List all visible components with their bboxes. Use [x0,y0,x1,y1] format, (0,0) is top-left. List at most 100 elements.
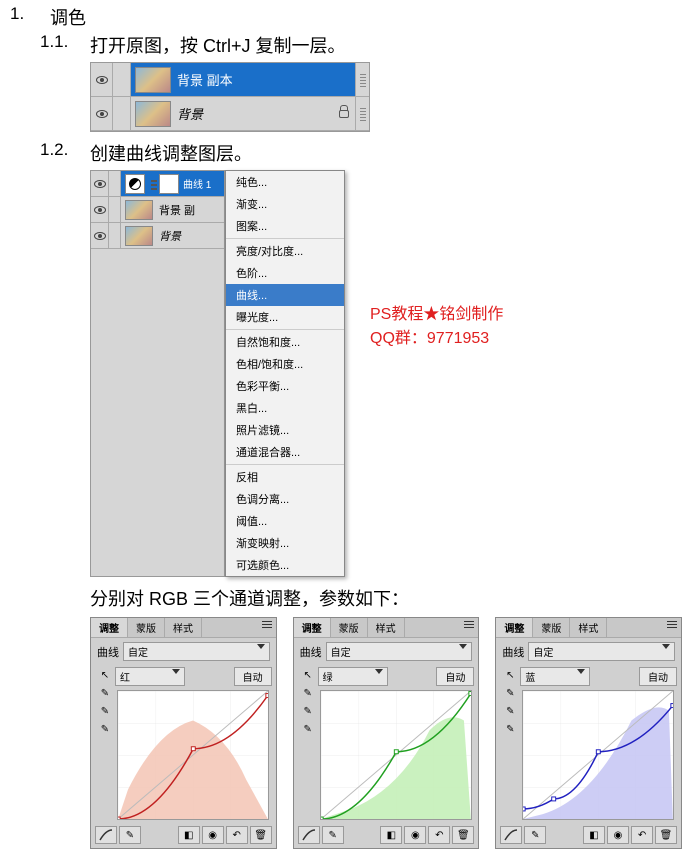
menu-item[interactable]: 色阶... [226,262,344,284]
delete-button[interactable]: 🗑 [452,826,474,844]
visibility-icon[interactable] [96,76,108,84]
panel-menu-button[interactable] [460,618,478,637]
eyedropper-gray[interactable]: ✎ [502,703,518,719]
clip-button[interactable]: ◧ [583,826,605,844]
pencil-mode-button[interactable]: ✎ [524,826,546,844]
menu-item[interactable]: 纯色... [226,171,344,193]
tab-mask[interactable]: 蒙版 [533,618,570,637]
curves-panel-green: 调整 蒙版 样式 曲线 自定 ↖ ✎ ✎ ✎ 绿 自动 [293,617,480,849]
menu-item[interactable]: 亮度/对比度... [226,240,344,262]
menu-item[interactable]: 自然饱和度... [226,331,344,353]
menu-item[interactable]: 渐变... [226,193,344,215]
delete-button[interactable]: 🗑 [655,826,677,844]
preset-label: 曲线 [97,644,119,660]
on-image-tool[interactable]: ↖ [502,667,518,683]
chevron-down-icon [172,669,180,674]
channel-select[interactable]: 红 [115,667,185,686]
eyedropper-white[interactable]: ✎ [502,721,518,737]
eyedropper-white[interactable]: ✎ [97,721,113,737]
reset-button[interactable]: ↶ [631,826,653,844]
menu-item[interactable]: 照片滤镜... [226,419,344,441]
clip-button[interactable]: ◧ [178,826,200,844]
menu-item[interactable]: 阈值... [226,510,344,532]
tab-style[interactable]: 样式 [368,618,405,637]
step-text: 分别对 RGB 三个通道调整，参数如下： [90,585,682,611]
delete-button[interactable]: 🗑 [250,826,272,844]
channel-select[interactable]: 蓝 [520,667,590,686]
curve-mode-button[interactable] [500,826,522,844]
visibility-icon[interactable] [94,206,106,214]
tab-mask[interactable]: 蒙版 [128,618,165,637]
panel-menu-button[interactable] [663,618,681,637]
preset-select[interactable]: 自定 [326,642,473,661]
layer-row-bg[interactable]: 背景 [91,97,369,131]
tab-adjust[interactable]: 调整 [294,618,331,637]
chevron-down-icon [375,669,383,674]
menu-item[interactable]: 色相/饱和度... [226,353,344,375]
on-image-tool[interactable]: ↖ [300,667,316,683]
visibility-icon[interactable] [94,180,106,188]
mask-thumb [159,174,179,194]
tab-style[interactable]: 样式 [165,618,202,637]
tab-style[interactable]: 样式 [570,618,607,637]
menu-item[interactable]: 色彩平衡... [226,375,344,397]
eyedropper-gray[interactable]: ✎ [97,703,113,719]
menu-item[interactable]: 黑白... [226,397,344,419]
auto-button[interactable]: 自动 [639,667,677,686]
visibility-button[interactable]: ◉ [404,826,426,844]
curves-graph[interactable] [320,690,472,820]
reset-button[interactable]: ↶ [428,826,450,844]
layer-name: 曲线 1 [183,176,224,191]
visibility-button[interactable]: ◉ [607,826,629,844]
menu-item[interactable]: 曝光度... [226,306,344,328]
clip-button[interactable]: ◧ [380,826,402,844]
watermark-text: PS教程★铭剑制作 QQ群：9771953 [370,300,503,348]
channel-select[interactable]: 绿 [318,667,388,686]
on-image-tool[interactable]: ↖ [97,667,113,683]
reset-button[interactable]: ↶ [226,826,248,844]
preset-label: 曲线 [502,644,524,660]
visibility-icon[interactable] [94,232,106,240]
layers-panel-small: 曲线 1 背景 副 背景 [90,170,225,577]
layer-name: 背景 副本 [177,70,355,89]
layer-row[interactable]: 背景 [91,223,224,249]
tab-mask[interactable]: 蒙版 [331,618,368,637]
pencil-mode-button[interactable]: ✎ [119,826,141,844]
eyedropper-gray[interactable]: ✎ [300,703,316,719]
pencil-mode-button[interactable]: ✎ [322,826,344,844]
menu-item[interactable]: 渐变映射... [226,532,344,554]
menu-item[interactable]: 可选颜色... [226,554,344,576]
eyedropper-black[interactable]: ✎ [97,685,113,701]
menu-item[interactable]: 通道混合器... [226,441,344,463]
auto-button[interactable]: 自动 [234,667,272,686]
tab-adjust[interactable]: 调整 [91,618,128,637]
menu-item[interactable]: 图案... [226,215,344,237]
layer-row-curves[interactable]: 曲线 1 [91,171,224,197]
curves-graph[interactable] [522,690,674,820]
menu-item[interactable]: 反相 [226,466,344,488]
menu-separator [226,329,344,330]
preset-select[interactable]: 自定 [123,642,270,661]
section-title: 调色 [50,4,86,30]
hamburger-icon [667,620,677,628]
eyedropper-black[interactable]: ✎ [502,685,518,701]
preset-select[interactable]: 自定 [528,642,675,661]
curves-graph[interactable] [117,690,269,820]
tab-adjust[interactable]: 调整 [496,618,533,637]
link-icon [151,178,157,190]
curve-mode-button[interactable] [298,826,320,844]
eyedropper-black[interactable]: ✎ [300,685,316,701]
layer-row[interactable]: 背景 副 [91,197,224,223]
menu-item[interactable]: 曲线... [226,284,344,306]
curve-mode-button[interactable] [95,826,117,844]
auto-button[interactable]: 自动 [436,667,474,686]
layer-thumb [135,67,171,93]
chevron-down-icon [577,669,585,674]
eyedropper-white[interactable]: ✎ [300,721,316,737]
layer-row-copy[interactable]: 背景 副本 [91,63,369,97]
chevron-down-icon [459,644,467,649]
panel-menu-button[interactable] [258,618,276,637]
menu-item[interactable]: 色调分离... [226,488,344,510]
visibility-icon[interactable] [96,110,108,118]
visibility-button[interactable]: ◉ [202,826,224,844]
